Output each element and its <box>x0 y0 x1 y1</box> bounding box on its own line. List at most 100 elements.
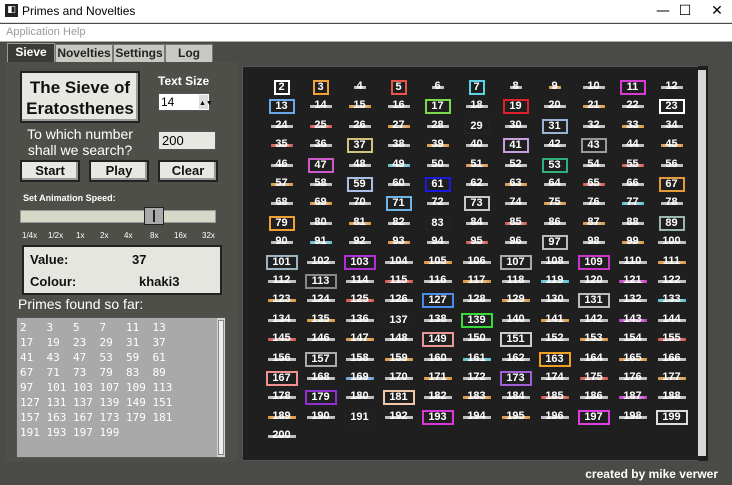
prime-number-cell: 109 <box>577 254 610 270</box>
crossed-number-cell: 22 <box>620 99 646 114</box>
crossed-number-cell: 118 <box>500 274 532 289</box>
prime-number-cell: 101 <box>265 254 298 270</box>
prime-number-cell: 193 <box>421 409 454 425</box>
crossed-number-cell: 105 <box>422 255 454 270</box>
crossed-number-cell: 27 <box>386 119 412 134</box>
crossed-number-cell: 115 <box>383 274 415 289</box>
crossed-number-cell: 186 <box>578 390 610 405</box>
crossed-number-cell: 95 <box>464 235 490 250</box>
crossed-number-cell: 25 <box>308 119 334 134</box>
primes-list[interactable]: 2 3 5 7 11 13 17 19 23 29 31 37 41 43 47 5… <box>16 317 226 458</box>
primes-scrollbar[interactable] <box>217 318 225 457</box>
speed-tick: 8x <box>150 231 159 240</box>
primes-list-row: 17 19 23 29 31 37 <box>20 336 166 349</box>
prime-number-cell: 191 <box>343 409 376 425</box>
prime-number-cell: 139 <box>460 312 493 328</box>
crossed-number-cell: 69 <box>308 196 334 211</box>
crossed-number-cell: 172 <box>461 371 493 386</box>
tab-novelties[interactable]: Novelties <box>55 44 113 62</box>
crossed-number-cell: 148 <box>383 332 415 347</box>
text-size-select[interactable]: 14 ▲▼ <box>158 93 213 111</box>
crossed-number-cell: 180 <box>344 390 376 405</box>
crossed-number-cell: 143 <box>617 313 649 328</box>
primes-scroll-thumb[interactable] <box>218 320 224 455</box>
crossed-number-cell: 106 <box>461 255 493 270</box>
start-button[interactable]: Start <box>20 160 80 182</box>
grid-scrollbar[interactable] <box>698 66 708 461</box>
crossed-number-cell: 98 <box>581 235 607 250</box>
crossed-number-cell: 42 <box>542 138 568 153</box>
crossed-number-cell: 36 <box>308 138 334 153</box>
prime-number-cell: 173 <box>499 371 532 386</box>
title-line-2: Eratosthenes <box>26 99 134 118</box>
close-button[interactable]: ✕ <box>694 0 732 23</box>
prime-number-cell: 23 <box>658 99 685 115</box>
crossed-number-cell: 122 <box>656 274 688 289</box>
speed-tick: 1/4x <box>22 231 38 240</box>
primes-list-row: 2 3 5 7 11 13 <box>20 321 166 334</box>
speed-slider-track[interactable] <box>20 210 216 223</box>
question-line-2: shall we search? <box>27 142 133 158</box>
clear-button[interactable]: Clear <box>158 160 218 182</box>
crossed-number-cell: 24 <box>269 119 295 134</box>
crossed-number-cell: 184 <box>500 390 532 405</box>
prime-number-cell: 197 <box>577 409 610 425</box>
crossed-number-cell: 18 <box>464 99 490 114</box>
crossed-number-cell: 10 <box>581 80 607 95</box>
primes-list-row: 191 193 197 199 <box>20 426 120 439</box>
prime-number-cell: 199 <box>655 409 688 425</box>
crossed-number-cell: 182 <box>422 390 454 405</box>
crossed-number-cell: 94 <box>425 235 451 250</box>
crossed-number-cell: 196 <box>539 410 571 425</box>
prime-number-cell: 43 <box>580 138 607 154</box>
crossed-number-cell: 194 <box>461 410 493 425</box>
prime-number-cell: 151 <box>499 332 532 348</box>
crossed-number-cell: 30 <box>503 119 529 134</box>
sieve-grid: 2 3 4 5 6 7 8 9 10 11 12 13 14 15 16 17 18 19 20 21 22 23 24 25… <box>242 66 708 461</box>
spin-arrow-icon[interactable]: ▲▼ <box>199 95 213 109</box>
colour-label: Colour: <box>30 274 77 289</box>
crossed-number-cell: 135 <box>305 313 337 328</box>
prime-number-cell: 31 <box>541 118 568 134</box>
tab-settings[interactable]: Settings <box>113 44 165 62</box>
prime-number-cell: 17 <box>424 99 451 115</box>
crossed-number-cell: 116 <box>422 274 454 289</box>
crossed-number-cell: 8 <box>508 80 524 95</box>
crossed-number-cell: 133 <box>656 293 688 308</box>
tab-sieve[interactable]: Sieve <box>7 43 55 63</box>
crossed-number-cell: 60 <box>386 177 412 192</box>
tab-strip: Sieve Novelties Settings Log <box>0 42 732 63</box>
crossed-number-cell: 166 <box>656 352 688 367</box>
crossed-number-cell: 78 <box>659 196 685 211</box>
prime-number-cell: 103 <box>343 254 376 270</box>
search-limit-input[interactable] <box>158 131 216 150</box>
crossed-number-cell: 114 <box>344 274 376 289</box>
crossed-number-cell: 64 <box>542 177 568 192</box>
crossed-number-cell: 141 <box>539 313 571 328</box>
crossed-number-cell: 66 <box>620 177 646 192</box>
crossed-number-cell: 33 <box>620 119 646 134</box>
primes-list-row: 67 71 73 79 83 89 <box>20 366 166 379</box>
prime-number-cell: 167 <box>265 371 298 386</box>
speed-tick: 16x <box>174 231 187 240</box>
menu-help[interactable]: Help <box>63 26 86 38</box>
sieve-title-button[interactable]: The Sieve of Eratosthenes <box>20 71 140 123</box>
prime-number-cell: 13 <box>268 99 295 115</box>
crossed-number-cell: 161 <box>461 352 493 367</box>
crossed-number-cell: 111 <box>656 255 688 270</box>
grid-scroll-thumb[interactable] <box>698 70 706 456</box>
primes-list-row: 127 131 137 139 149 151 <box>20 396 173 409</box>
crossed-number-cell: 56 <box>659 158 685 173</box>
crossed-number-cell: 100 <box>656 235 688 250</box>
play-button[interactable]: Play <box>89 160 149 182</box>
speed-slider-thumb[interactable] <box>144 207 164 225</box>
crossed-number-cell: 123 <box>266 293 298 308</box>
tab-log[interactable]: Log <box>165 44 213 62</box>
speed-tick: 1/2x <box>48 231 64 240</box>
menu-application[interactable]: Application <box>6 26 60 38</box>
primes-list-row: 97 101 103 107 109 113 <box>20 381 173 394</box>
speed-label: Set Animation Speed: <box>23 193 116 203</box>
text-size-value: 14 <box>161 95 175 109</box>
crossed-number-cell: 142 <box>578 313 610 328</box>
crossed-number-cell: 99 <box>620 235 646 250</box>
